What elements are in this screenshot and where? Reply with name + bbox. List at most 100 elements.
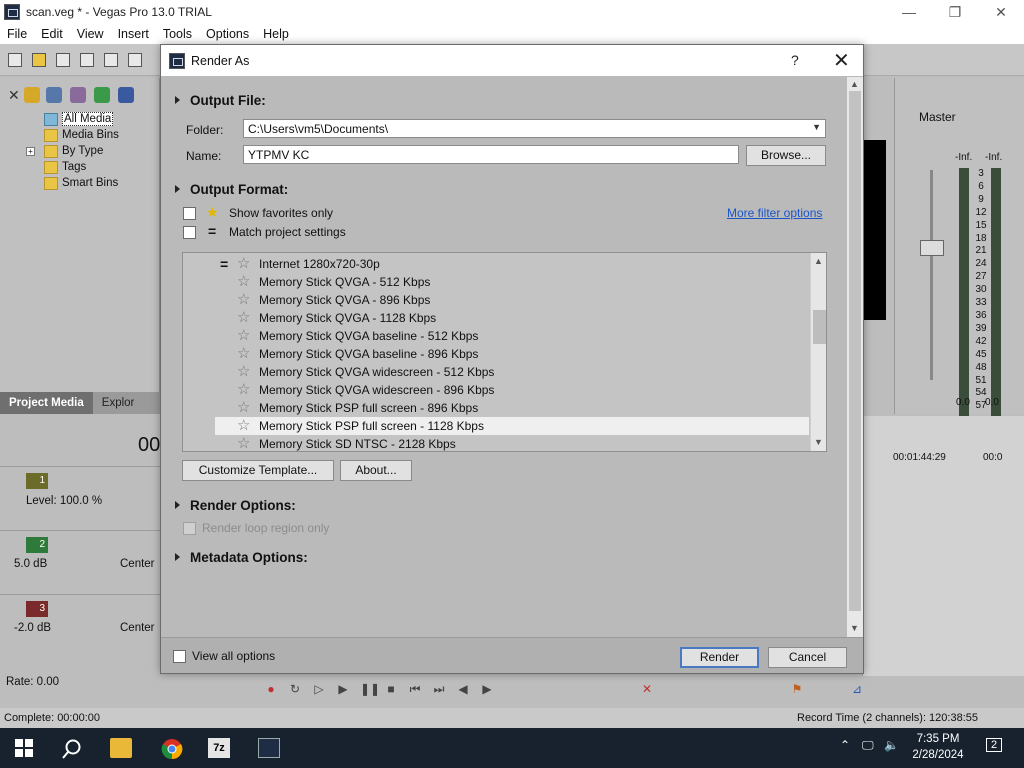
save-icon[interactable] [56,53,70,67]
record-icon[interactable]: ● [264,682,278,696]
tray-chevron-icon[interactable]: ⌃ [840,738,850,752]
delete-icon[interactable]: ✕ [640,682,654,696]
track-2[interactable]: 2 5.0 dB Center [0,530,160,594]
favorite-star-icon[interactable]: ☆ [237,256,253,272]
render-icon[interactable] [104,53,118,67]
menu-insert[interactable]: Insert [111,27,156,41]
menu-help[interactable]: Help [256,27,296,41]
track-3[interactable]: 3 -2.0 dB Center [0,594,160,658]
loop-icon[interactable]: ↻ [288,682,302,696]
dialog-scrollbar[interactable]: ▲ ▼ [847,77,863,637]
menu-file[interactable]: File [0,27,34,41]
pause-icon[interactable]: ❚❚ [360,682,380,696]
timeline-area[interactable]: 00:01:44:29 00:0 [862,416,1024,676]
search-icon[interactable] [61,738,83,759]
cancel-button[interactable]: Cancel [768,647,847,668]
snap-icon[interactable]: ⊿ [850,682,864,696]
favorite-star-icon[interactable]: ☆ [237,310,253,326]
file-explorer-icon[interactable] [110,738,132,758]
list-item[interactable]: ☆ Memory Stick QVGA - 1128 Kbps [215,309,809,327]
customize-template-button[interactable]: Customize Template... [182,460,334,481]
render-options-section[interactable]: Render Options: [175,498,296,513]
list-item[interactable]: ☆ Memory Stick QVGA baseline - 896 Kbps [215,345,809,363]
go-to-end-icon[interactable]: ⏭ [432,682,446,696]
minimize-button[interactable]: — [886,0,932,24]
list-item[interactable]: ☆ Memory Stick QVGA - 512 Kbps [215,273,809,291]
list-item[interactable]: ☆ Memory Stick QVGA - 896 Kbps [215,291,809,309]
chevron-down-icon[interactable]: ▼ [812,121,821,133]
tree-item-by-type[interactable]: + By Type [0,143,160,159]
media-fx-icon[interactable] [94,87,110,103]
chrome-icon[interactable] [161,738,183,760]
start-icon[interactable] [14,738,36,758]
name-input[interactable]: YTPMV KC [243,145,739,164]
properties-icon[interactable] [128,53,142,67]
play-from-start-icon[interactable]: ▷ [312,682,326,696]
network-icon[interactable]: 🖵 [862,738,874,753]
track-1[interactable]: 1 Level: 100.0 % [0,466,160,530]
favorite-star-icon[interactable]: ☆ [237,400,253,416]
menu-tools[interactable]: Tools [156,27,199,41]
scroll-thumb[interactable] [813,310,826,344]
list-item[interactable]: ☆ Memory Stick PSP full screen - 896 Kbp… [215,399,809,417]
tree-item-media-bins[interactable]: Media Bins [0,127,160,143]
more-filter-options-link[interactable]: More filter options [727,206,822,220]
close-button[interactable]: ✕ [978,0,1024,24]
tree-item-smart-bins[interactable]: Smart Bins [0,175,160,191]
menu-options[interactable]: Options [199,27,256,41]
tree-item-all-media[interactable]: All Media [0,111,160,127]
next-frame-icon[interactable]: ▶ [480,682,494,696]
7zip-icon[interactable]: 7z [208,738,230,758]
play-icon[interactable]: ▶ [336,682,350,696]
help-button[interactable]: ? [791,52,799,68]
list-item[interactable]: = ☆ Internet 1280x720-30p [215,255,809,273]
format-template-list[interactable]: = ☆ Internet 1280x720-30p ☆ Memory Stick… [182,252,827,452]
scroll-up-icon[interactable]: ▲ [850,79,859,89]
list-item-selected[interactable]: ☆ Memory Stick PSP full screen - 1128 Kb… [215,417,809,435]
favorite-star-icon[interactable]: ☆ [237,382,253,398]
favorite-star-icon[interactable]: ☆ [237,292,253,308]
taskbar-clock[interactable]: 7:35 PM 2/28/2024 [898,731,978,763]
notification-badge[interactable]: 2 [986,738,1003,752]
list-scrollbar[interactable]: ▲ ▼ [810,253,826,451]
list-item[interactable]: ☆ Memory Stick QVGA baseline - 512 Kbps [215,327,809,345]
favorite-star-icon[interactable]: ☆ [237,328,253,344]
get-media-icon[interactable] [70,87,86,103]
dialog-close-button[interactable]: ✕ [833,48,850,73]
folder-input[interactable]: C:\Users\vm5\Documents\ ▼ [243,119,826,138]
favorite-star-icon[interactable]: ☆ [237,436,253,452]
favorite-star-icon[interactable]: ☆ [237,364,253,380]
output-format-section[interactable]: Output Format: [175,182,288,197]
tab-project-media[interactable]: Project Media [0,392,93,414]
close-panel-icon[interactable]: ✕ [8,87,24,103]
maximize-button[interactable]: ❐ [932,0,978,24]
about-button[interactable]: About... [340,460,412,481]
scroll-thumb[interactable] [849,91,861,611]
tree-item-tags[interactable]: Tags [0,159,160,175]
scroll-down-icon[interactable]: ▼ [814,437,823,447]
go-to-start-icon[interactable]: ⏮ [408,682,422,696]
tab-explorer[interactable]: Explor [93,397,144,409]
favorite-star-icon[interactable]: ☆ [237,346,253,362]
stop-icon[interactable]: ■ [384,682,398,696]
view-all-options-checkbox[interactable] [173,650,186,663]
menu-view[interactable]: View [70,27,111,41]
favorite-star-icon[interactable]: ☆ [237,418,253,434]
show-favorites-checkbox[interactable] [183,207,196,220]
prev-frame-icon[interactable]: ◀ [456,682,470,696]
metadata-options-section[interactable]: Metadata Options: [175,550,308,565]
volume-icon[interactable]: 🔈 [884,738,899,752]
vegas-taskbar-icon[interactable] [258,738,280,758]
render-button[interactable]: Render [680,647,759,668]
favorite-star-icon[interactable]: ☆ [237,274,253,290]
menu-edit[interactable]: Edit [34,27,70,41]
output-file-section[interactable]: Output File: [175,93,266,108]
scroll-down-icon[interactable]: ▼ [850,623,859,633]
marker-icon[interactable]: ⚑ [790,682,804,696]
list-item[interactable]: ☆ Memory Stick QVGA widescreen - 896 Kbp… [215,381,809,399]
new-file-icon[interactable] [8,53,22,67]
search-media-icon[interactable] [118,87,134,103]
master-fader-knob[interactable] [920,240,944,256]
scroll-up-icon[interactable]: ▲ [814,256,823,266]
expand-icon[interactable]: + [26,146,35,156]
